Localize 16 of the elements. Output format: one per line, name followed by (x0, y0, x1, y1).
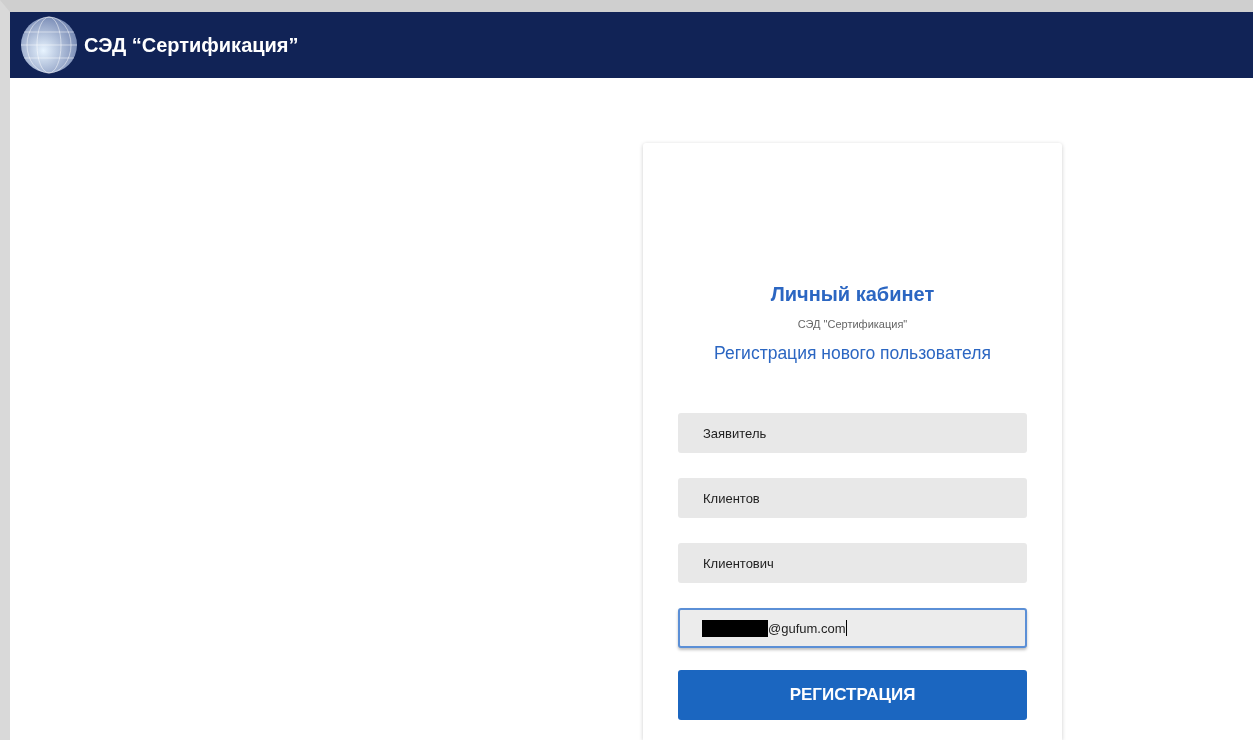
card-title: Личный кабинет (770, 283, 935, 306)
field-value: Клиентович (703, 555, 774, 571)
text-cursor (845, 620, 847, 636)
input-field[interactable]: Клиентов (678, 478, 1027, 518)
globe-logo-icon (20, 16, 78, 74)
field-value: Заявитель (703, 425, 767, 441)
input-field[interactable]: Клиентович (678, 543, 1027, 583)
redaction-bar (702, 619, 768, 637)
card-subtitle: СЭД "Сертификация" (797, 318, 908, 330)
input-field[interactable]: Заявитель (678, 413, 1027, 453)
form-heading: Регистрация нового пользователя (714, 343, 991, 364)
app-title: СЭД “Сертификация” (84, 33, 299, 57)
field-value: @gufum.com (768, 620, 846, 636)
field-value: Клиентов (703, 490, 760, 506)
input-field[interactable]: @gufum.com (678, 608, 1027, 648)
register-button[interactable]: РЕГИСТРАЦИЯ (678, 670, 1027, 720)
